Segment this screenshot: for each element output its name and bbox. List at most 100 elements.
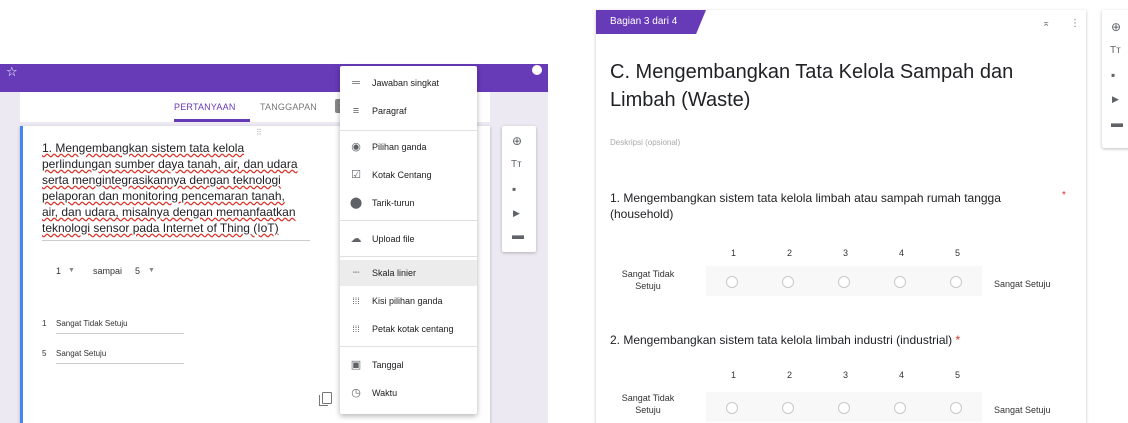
linear-scale-icon: ┈ [352,267,360,279]
scale-radio[interactable] [726,276,738,288]
scale-min-label: Sangat Tidak Setuju [621,393,675,415]
menu-item-multiple-choice-grid[interactable]: ⁞⁞⁞ Kisi pilihan ganda [340,288,477,314]
scale-radio[interactable] [782,402,794,414]
question-underline [42,240,310,241]
menu-item-label: Petak kotak centang [372,324,454,334]
section-preview-card: Bagian 3 dari 4 ⌅ ⋮ C. Mengembangkan Tat… [596,10,1086,423]
scale-number: 2 [787,370,793,380]
menu-item-label: Jawaban singkat [372,78,440,88]
card-focus-accent [20,126,23,423]
checkbox-grid-icon: ⁞⁞⁞ [352,324,360,334]
menu-divider [340,220,477,221]
menu-item-short-answer[interactable]: ═ Jawaban singkat [340,70,477,96]
menu-item-label: Kisi pilihan ganda [372,296,443,306]
question-title-input[interactable]: 1. Mengembangkan sistem tata kelola perl… [42,140,322,236]
scale-number: 1 [731,248,737,258]
section-title[interactable]: C. Mengembangkan Tata Kelola Sampah dan … [610,58,1070,114]
menu-item-time[interactable]: ◷ Waktu [340,380,477,406]
menu-item-checkboxes[interactable]: ☑ Kotak Centang [340,162,477,188]
question-text: 2. Mengembangkan sistem tata kelola limb… [610,333,953,347]
question-1-title: 1. Mengembangkan sistem tata kelola limb… [610,190,1050,222]
scale-radio[interactable] [950,276,962,288]
menu-item-label: Upload file [372,234,415,244]
section-toolbar: ⊕ Tт ▪ ▶ ▬ [1102,10,1128,148]
scale-radio[interactable] [838,402,850,414]
chevron-down-icon[interactable]: ▼ [68,267,75,274]
radio-icon: ◉ [351,141,361,153]
short-text-icon: ═ [352,77,360,89]
scale-number: 4 [899,248,905,258]
calendar-icon: ▣ [350,359,362,371]
label-max-input[interactable]: Sangat Setuju [56,349,106,358]
scale-to-word: sampai [93,266,123,276]
scale-radio[interactable] [838,276,850,288]
add-question-icon[interactable]: ⊕ [512,134,522,148]
menu-divider [340,130,477,131]
cloud-upload-icon: ☁ [350,233,362,245]
question-type-menu: ═ Jawaban singkat ≡ Paragraf ◉ Pilihan g… [340,66,477,414]
add-video-icon[interactable]: ▶ [513,206,520,220]
menu-item-dropdown[interactable]: ⬤ Tarik-turun [340,190,477,216]
question-line: perlindungan sumber daya tanah, air, dan… [42,157,298,171]
tab-responses[interactable]: TANGGAPAN [260,102,317,112]
checkbox-icon: ☑ [351,169,361,181]
more-vert-icon[interactable]: ⋮ [1070,18,1080,29]
chevron-down-icon[interactable]: ▼ [148,267,155,274]
scale-from-select[interactable]: 1 [56,266,61,276]
menu-item-checkbox-grid[interactable]: ⁞⁞⁞ Petak kotak centang [340,316,477,342]
add-title-icon[interactable]: Tт [511,158,522,172]
add-video-icon[interactable]: ▶ [1112,92,1119,106]
scale-number: 5 [955,248,961,258]
scale-radio[interactable] [894,276,906,288]
menu-item-label: Paragraf [372,106,407,116]
menu-item-label: Tarik-turun [372,198,415,208]
palette-icon[interactable] [532,65,542,75]
menu-item-label: Skala linier [372,268,417,278]
scale-radio[interactable] [782,276,794,288]
star-icon[interactable]: ☆ [6,64,18,80]
question-line: 1. Mengembangkan sistem tata kelola [42,141,245,155]
collapse-icon[interactable]: ⌅ [1042,18,1050,29]
grid-icon: ⁞⁞⁞ [352,296,360,306]
menu-item-file-upload[interactable]: ☁ Upload file [340,226,477,252]
duplicate-icon[interactable] [319,392,332,406]
add-section-icon[interactable]: ▬ [512,228,524,242]
drag-handle-icon[interactable]: ⠿ [256,128,262,137]
active-tab-indicator [174,119,250,122]
scale-min-label: Sangat Tidak Setuju [621,269,675,291]
section-label: Bagian 3 dari 4 [610,16,678,27]
scale-radio[interactable] [726,402,738,414]
paragraph-icon: ≡ [352,105,360,117]
add-question-icon[interactable]: ⊕ [1111,20,1121,34]
menu-item-paragraph[interactable]: ≡ Paragraf [340,98,477,124]
question-line: serta mengintegrasikannya dengan teknolo… [42,173,281,187]
scale-max-label: Sangat Setuju [994,405,1051,415]
scale-radio[interactable] [950,402,962,414]
label-min-input[interactable]: Sangat Tidak Setuju [56,319,128,328]
menu-item-linear-scale[interactable]: ┈ Skala linier [340,260,477,286]
menu-item-multiple-choice[interactable]: ◉ Pilihan ganda [340,134,477,160]
add-image-icon[interactable]: ▪ [512,182,516,196]
menu-divider [340,256,477,257]
question-toolbar: ⊕ Tт ▪ ▶ ▬ [502,126,536,252]
required-mark: * [955,333,961,347]
label-min-number: 1 [42,319,47,328]
question-2-title: 2. Mengembangkan sistem tata kelola limb… [610,332,1050,348]
scale-to-select[interactable]: 5 [135,266,140,276]
section-description-input[interactable]: Deskripsi (opsional) [610,138,680,147]
scale-number: 3 [843,248,849,258]
scale-radio[interactable] [894,402,906,414]
question-text: 1. Mengembangkan sistem tata kelola limb… [610,191,1001,221]
scale-number: 2 [787,248,793,258]
scale-number: 1 [731,370,737,380]
add-title-icon[interactable]: Tт [1110,44,1121,58]
menu-item-date[interactable]: ▣ Tanggal [340,352,477,378]
add-image-icon[interactable]: ▪ [1111,68,1115,82]
dropdown-icon: ⬤ [349,197,363,209]
scale-max-label: Sangat Setuju [994,279,1051,289]
label-max-number: 5 [42,349,47,358]
menu-item-label: Tanggal [372,360,404,370]
tab-questions[interactable]: PERTANYAAN [174,102,236,112]
add-section-icon[interactable]: ▬ [1111,116,1123,130]
label-max-underline [56,363,184,364]
